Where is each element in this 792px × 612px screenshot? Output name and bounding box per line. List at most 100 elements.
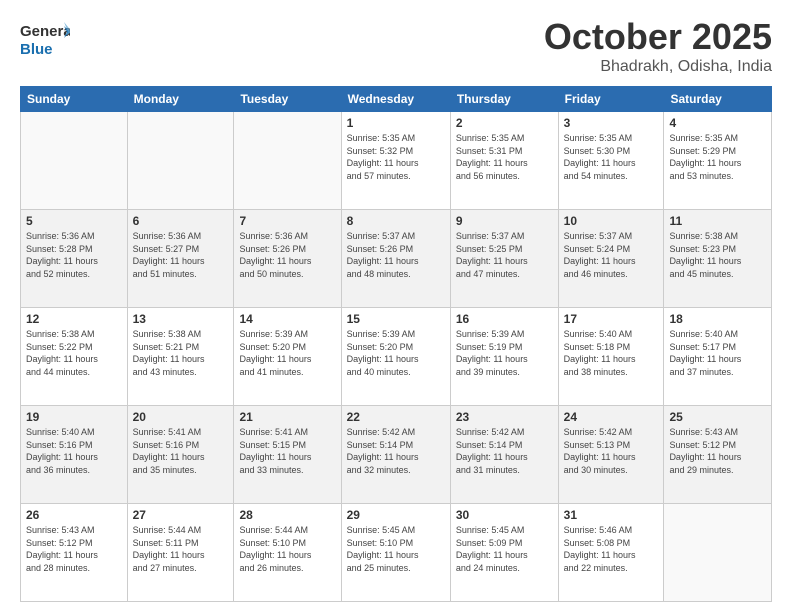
calendar-week-row: 26 Sunrise: 5:43 AMSunset: 5:12 PMDayligh… xyxy=(21,504,772,602)
day-number: 26 xyxy=(26,508,122,522)
day-number: 5 xyxy=(26,214,122,228)
table-row: 25 Sunrise: 5:43 AMSunset: 5:12 PMDayligh… xyxy=(664,406,772,504)
logo-icon: General Blue xyxy=(20,16,70,58)
day-info: Sunrise: 5:38 AMSunset: 5:21 PMDaylight:… xyxy=(133,328,229,378)
day-number: 29 xyxy=(347,508,445,522)
day-info: Sunrise: 5:41 AMSunset: 5:16 PMDaylight:… xyxy=(133,426,229,476)
table-row: 27 Sunrise: 5:44 AMSunset: 5:11 PMDayligh… xyxy=(127,504,234,602)
table-row: 23 Sunrise: 5:42 AMSunset: 5:14 PMDayligh… xyxy=(450,406,558,504)
day-info: Sunrise: 5:46 AMSunset: 5:08 PMDaylight:… xyxy=(564,524,659,574)
calendar-week-row: 5 Sunrise: 5:36 AMSunset: 5:28 PMDaylight… xyxy=(21,210,772,308)
header: General Blue October 2025 Bhadrakh, Odis… xyxy=(20,16,772,76)
day-info: Sunrise: 5:40 AMSunset: 5:17 PMDaylight:… xyxy=(669,328,766,378)
day-number: 24 xyxy=(564,410,659,424)
day-number: 31 xyxy=(564,508,659,522)
table-row: 21 Sunrise: 5:41 AMSunset: 5:15 PMDayligh… xyxy=(234,406,341,504)
day-number: 13 xyxy=(133,312,229,326)
table-row: 28 Sunrise: 5:44 AMSunset: 5:10 PMDayligh… xyxy=(234,504,341,602)
day-info: Sunrise: 5:38 AMSunset: 5:23 PMDaylight:… xyxy=(669,230,766,280)
day-info: Sunrise: 5:39 AMSunset: 5:20 PMDaylight:… xyxy=(347,328,445,378)
day-number: 28 xyxy=(239,508,335,522)
table-row: 5 Sunrise: 5:36 AMSunset: 5:28 PMDaylight… xyxy=(21,210,128,308)
table-row: 26 Sunrise: 5:43 AMSunset: 5:12 PMDayligh… xyxy=(21,504,128,602)
header-wednesday: Wednesday xyxy=(341,87,450,112)
day-number: 19 xyxy=(26,410,122,424)
table-row: 17Sunrise: 5:40 AMSunset: 5:18 PMDayligh… xyxy=(558,308,664,406)
header-tuesday: Tuesday xyxy=(234,87,341,112)
table-row: 8Sunrise: 5:37 AMSunset: 5:26 PMDaylight… xyxy=(341,210,450,308)
day-number: 17 xyxy=(564,312,659,326)
day-number: 16 xyxy=(456,312,553,326)
day-number: 25 xyxy=(669,410,766,424)
day-number: 23 xyxy=(456,410,553,424)
day-info: Sunrise: 5:42 AMSunset: 5:14 PMDaylight:… xyxy=(347,426,445,476)
day-info: Sunrise: 5:42 AMSunset: 5:13 PMDaylight:… xyxy=(564,426,659,476)
day-info: Sunrise: 5:43 AMSunset: 5:12 PMDaylight:… xyxy=(26,524,122,574)
day-info: Sunrise: 5:39 AMSunset: 5:19 PMDaylight:… xyxy=(456,328,553,378)
day-info: Sunrise: 5:35 AMSunset: 5:30 PMDaylight:… xyxy=(564,132,659,182)
day-number: 27 xyxy=(133,508,229,522)
table-row: 14Sunrise: 5:39 AMSunset: 5:20 PMDayligh… xyxy=(234,308,341,406)
table-row: 10 Sunrise: 5:37 AMSunset: 5:24 PMDayligh… xyxy=(558,210,664,308)
day-info: Sunrise: 5:38 AMSunset: 5:22 PMDaylight:… xyxy=(26,328,122,378)
day-info: Sunrise: 5:36 AMSunset: 5:28 PMDaylight:… xyxy=(26,230,122,280)
day-number: 30 xyxy=(456,508,553,522)
day-number: 2 xyxy=(456,116,553,130)
logo: General Blue xyxy=(20,16,72,58)
day-info: Sunrise: 5:42 AMSunset: 5:14 PMDaylight:… xyxy=(456,426,553,476)
calendar-week-row: 12 Sunrise: 5:38 AMSunset: 5:22 PMDayligh… xyxy=(21,308,772,406)
table-row: 13 Sunrise: 5:38 AMSunset: 5:21 PMDayligh… xyxy=(127,308,234,406)
table-row: 30 Sunrise: 5:45 AMSunset: 5:09 PMDayligh… xyxy=(450,504,558,602)
day-number: 12 xyxy=(26,312,122,326)
day-number: 14 xyxy=(239,312,335,326)
day-info: Sunrise: 5:37 AMSunset: 5:24 PMDaylight:… xyxy=(564,230,659,280)
header-friday: Friday xyxy=(558,87,664,112)
page: General Blue October 2025 Bhadrakh, Odis… xyxy=(0,0,792,612)
title-block: October 2025 Bhadrakh, Odisha, India xyxy=(544,16,772,76)
table-row: 4 Sunrise: 5:35 AMSunset: 5:29 PMDaylight… xyxy=(664,112,772,210)
page-subtitle: Bhadrakh, Odisha, India xyxy=(544,58,772,76)
day-info: Sunrise: 5:44 AMSunset: 5:10 PMDaylight:… xyxy=(239,524,335,574)
table-row: 6Sunrise: 5:36 AMSunset: 5:27 PMDaylight… xyxy=(127,210,234,308)
day-info: Sunrise: 5:43 AMSunset: 5:12 PMDaylight:… xyxy=(669,426,766,476)
day-info: Sunrise: 5:45 AMSunset: 5:09 PMDaylight:… xyxy=(456,524,553,574)
table-row: 31 Sunrise: 5:46 AMSunset: 5:08 PMDayligh… xyxy=(558,504,664,602)
day-info: Sunrise: 5:36 AMSunset: 5:27 PMDaylight:… xyxy=(133,230,229,280)
svg-text:General: General xyxy=(20,23,70,40)
day-info: Sunrise: 5:41 AMSunset: 5:15 PMDaylight:… xyxy=(239,426,335,476)
day-number: 18 xyxy=(669,312,766,326)
day-number: 10 xyxy=(564,214,659,228)
calendar-table: Sunday Monday Tuesday Wednesday Thursday… xyxy=(20,86,772,602)
table-row: 11Sunrise: 5:38 AMSunset: 5:23 PMDayligh… xyxy=(664,210,772,308)
header-monday: Monday xyxy=(127,87,234,112)
day-info: Sunrise: 5:37 AMSunset: 5:26 PMDaylight:… xyxy=(347,230,445,280)
table-row xyxy=(127,112,234,210)
table-row: 22 Sunrise: 5:42 AMSunset: 5:14 PMDayligh… xyxy=(341,406,450,504)
day-number: 15 xyxy=(347,312,445,326)
table-row: 29Sunrise: 5:45 AMSunset: 5:10 PMDayligh… xyxy=(341,504,450,602)
table-row xyxy=(664,504,772,602)
calendar-week-row: 1Sunrise: 5:35 AMSunset: 5:32 PMDaylight… xyxy=(21,112,772,210)
table-row xyxy=(234,112,341,210)
day-info: Sunrise: 5:35 AMSunset: 5:29 PMDaylight:… xyxy=(669,132,766,182)
day-number: 4 xyxy=(669,116,766,130)
day-number: 21 xyxy=(239,410,335,424)
table-row: 15 Sunrise: 5:39 AMSunset: 5:20 PMDayligh… xyxy=(341,308,450,406)
header-saturday: Saturday xyxy=(664,87,772,112)
table-row: 1Sunrise: 5:35 AMSunset: 5:32 PMDaylight… xyxy=(341,112,450,210)
header-sunday: Sunday xyxy=(21,87,128,112)
header-thursday: Thursday xyxy=(450,87,558,112)
table-row: 19 Sunrise: 5:40 AMSunset: 5:16 PMDayligh… xyxy=(21,406,128,504)
table-row: 18 Sunrise: 5:40 AMSunset: 5:17 PMDayligh… xyxy=(664,308,772,406)
day-number: 22 xyxy=(347,410,445,424)
table-row xyxy=(21,112,128,210)
day-number: 20 xyxy=(133,410,229,424)
day-info: Sunrise: 5:40 AMSunset: 5:16 PMDaylight:… xyxy=(26,426,122,476)
table-row: 3Sunrise: 5:35 AMSunset: 5:30 PMDaylight… xyxy=(558,112,664,210)
table-row: 16 Sunrise: 5:39 AMSunset: 5:19 PMDayligh… xyxy=(450,308,558,406)
day-info: Sunrise: 5:44 AMSunset: 5:11 PMDaylight:… xyxy=(133,524,229,574)
calendar-header-row: Sunday Monday Tuesday Wednesday Thursday… xyxy=(21,87,772,112)
table-row: 20 Sunrise: 5:41 AMSunset: 5:16 PMDayligh… xyxy=(127,406,234,504)
day-number: 7 xyxy=(239,214,335,228)
table-row: 24 Sunrise: 5:42 AMSunset: 5:13 PMDayligh… xyxy=(558,406,664,504)
